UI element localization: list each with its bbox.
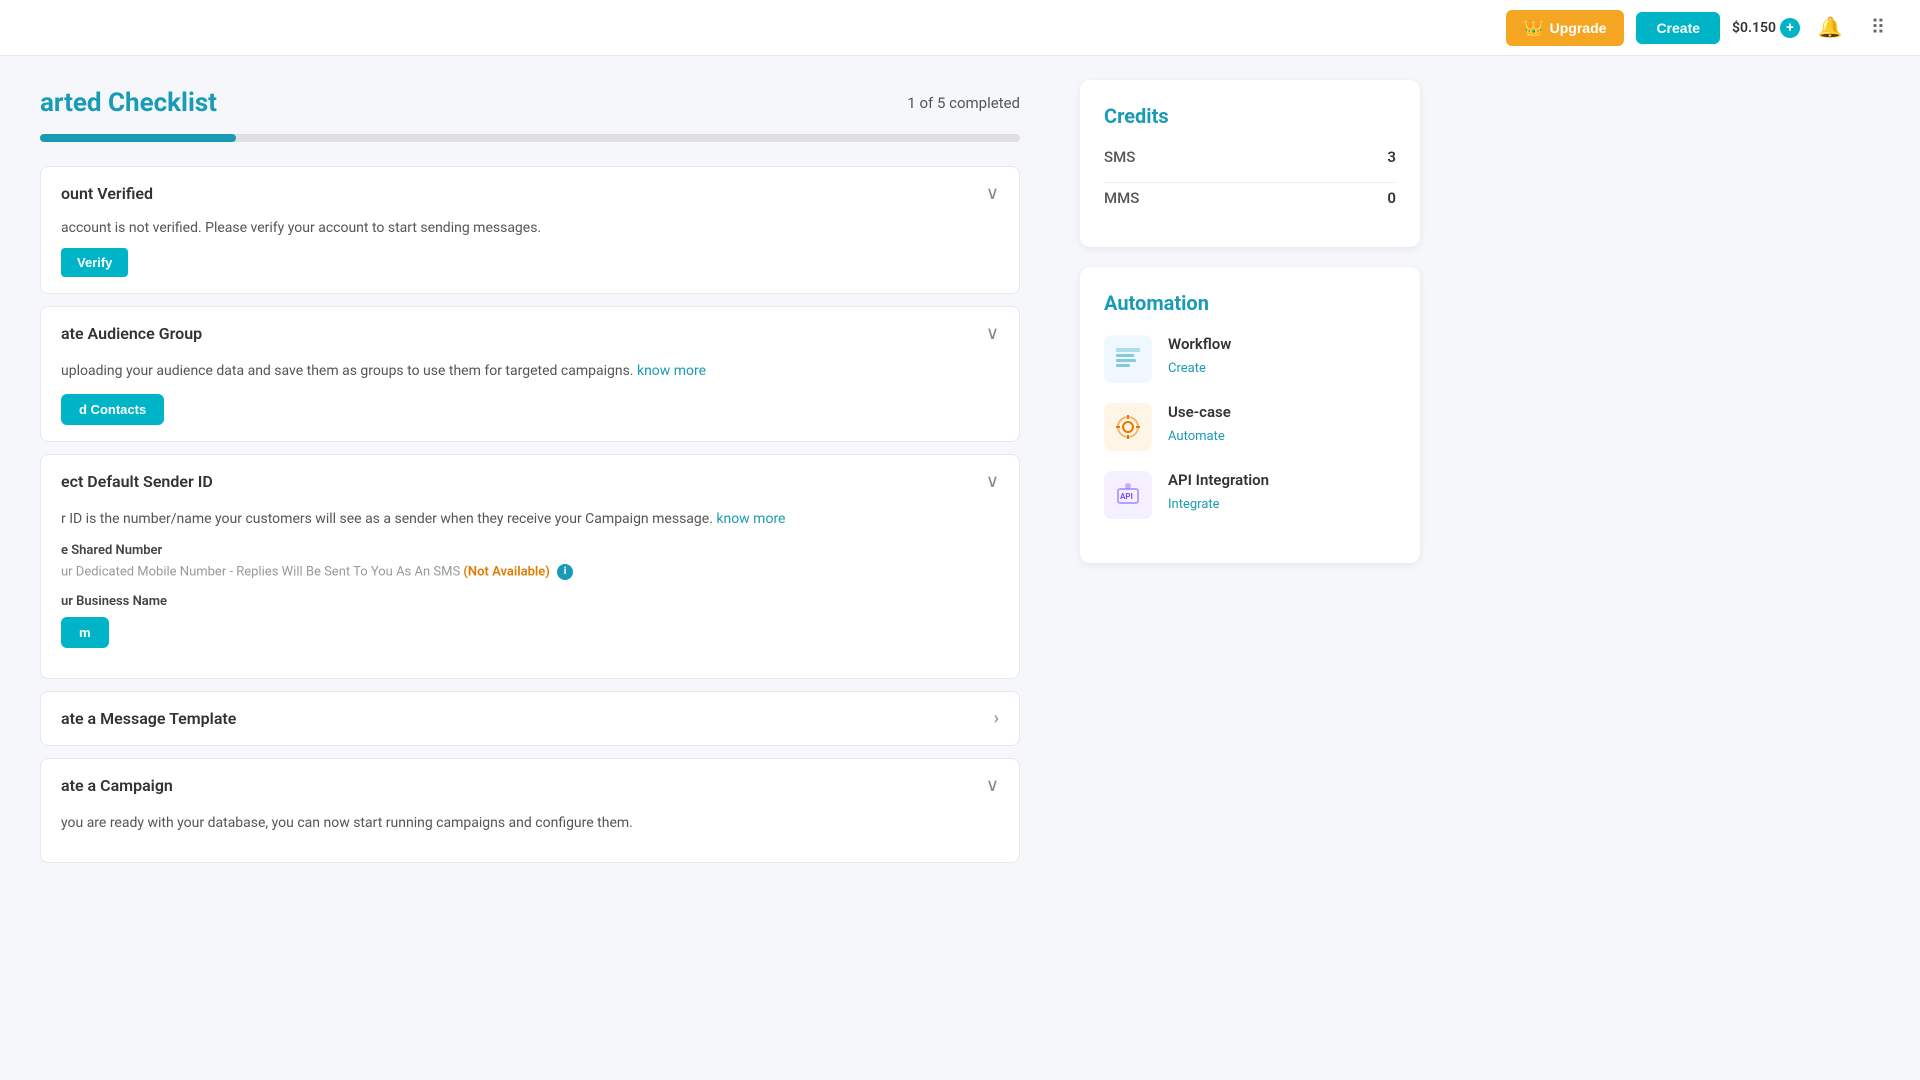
create-campaign-description: you are ready with your database, you ca… — [61, 812, 999, 834]
workflow-name: Workflow — [1168, 335, 1231, 353]
api-icon: API — [1104, 471, 1152, 519]
audience-know-more-link[interactable]: know more — [637, 363, 706, 379]
crown-icon: 👑 — [1524, 18, 1544, 38]
section-header-audience-group[interactable]: ate Audience Group ∨ — [41, 307, 1019, 360]
notification-button[interactable]: 🔔 — [1812, 10, 1848, 46]
automation-card-title: Automation — [1104, 291, 1396, 315]
info-icon[interactable]: i — [557, 564, 573, 580]
section-body-create-campaign: you are ready with your database, you ca… — [41, 812, 1019, 862]
chevron-audience-group: ∨ — [986, 323, 999, 344]
content-area: arted Checklist 1 of 5 completed ount Ve… — [0, 56, 1060, 1080]
section-title-create-campaign: ate a Campaign — [61, 776, 173, 795]
section-message-template: ate a Message Template › — [40, 691, 1020, 746]
business-name-option: ur Business Name m — [61, 594, 999, 648]
sms-credit-row: SMS 3 — [1104, 148, 1396, 166]
workflow-create-link[interactable]: Create — [1168, 361, 1206, 376]
business-name-label: ur Business Name — [61, 594, 999, 609]
automation-workflow-item: Workflow Create — [1104, 335, 1396, 383]
section-create-campaign: ate a Campaign ∨ you are ready with your… — [40, 758, 1020, 863]
sms-label: SMS — [1104, 148, 1135, 166]
add-credit-icon[interactable]: + — [1780, 18, 1800, 38]
sms-value: 3 — [1387, 148, 1396, 166]
create-button[interactable]: Create — [1636, 12, 1720, 44]
dedicated-number-text: ur Dedicated Mobile Number - Replies Wil… — [61, 564, 999, 580]
grid-menu-button[interactable]: ⠿ — [1860, 10, 1896, 46]
automation-usecase-item: Use-case Automate — [1104, 403, 1396, 451]
account-verify-description: account is not verified. Please verify y… — [61, 220, 999, 236]
right-sidebar: Credits SMS 3 MMS 0 Automation — [1060, 56, 1440, 1080]
page-title: arted Checklist — [40, 88, 217, 118]
usecase-info: Use-case Automate — [1168, 403, 1231, 444]
credits-card: Credits SMS 3 MMS 0 — [1080, 80, 1420, 247]
section-header-sender-id[interactable]: ect Default Sender ID ∨ — [41, 455, 1019, 508]
mms-credit-row: MMS 0 — [1104, 189, 1396, 207]
chevron-create-campaign: ∨ — [986, 775, 999, 796]
confirm-business-button[interactable]: m — [61, 617, 109, 648]
usecase-name: Use-case — [1168, 403, 1231, 421]
section-body-account-verified: account is not verified. Please verify y… — [41, 220, 1019, 293]
navbar: 👑 Upgrade Create $0.150 + 🔔 ⠿ — [0, 0, 1920, 56]
credits-card-title: Credits — [1104, 104, 1396, 128]
credit-display[interactable]: $0.150 + — [1732, 18, 1800, 38]
section-body-audience-group: uploading your audience data and save th… — [41, 360, 1019, 441]
section-title-account-verified: ount Verified — [61, 184, 153, 203]
workflow-icon — [1104, 335, 1152, 383]
section-header-account-verified[interactable]: ount Verified ∨ — [41, 167, 1019, 220]
automation-card: Automation Workflow Create — [1080, 267, 1420, 563]
section-account-verified: ount Verified ∨ account is not verified.… — [40, 166, 1020, 294]
audience-group-description: uploading your audience data and save th… — [61, 360, 999, 382]
section-title-sender-id: ect Default Sender ID — [61, 472, 213, 491]
mms-value: 0 — [1387, 189, 1396, 207]
svg-text:API: API — [1120, 492, 1133, 501]
verify-button[interactable]: Verify — [61, 248, 128, 277]
mms-label: MMS — [1104, 189, 1139, 207]
section-body-sender-id: r ID is the number/name your customers w… — [41, 508, 1019, 677]
chevron-message-template: › — [994, 708, 999, 729]
credits-divider — [1104, 182, 1396, 183]
progress-bar-container — [40, 134, 1020, 142]
api-name: API Integration — [1168, 471, 1269, 489]
api-info: API Integration Integrate — [1168, 471, 1269, 512]
progress-bar-fill — [40, 134, 236, 142]
page-header: arted Checklist 1 of 5 completed — [40, 88, 1020, 118]
usecase-icon — [1104, 403, 1152, 451]
automation-api-item: API API Integration Integrate — [1104, 471, 1396, 519]
not-available-badge: (Not Available) — [463, 564, 549, 579]
main-layout: arted Checklist 1 of 5 completed ount Ve… — [0, 56, 1920, 1080]
section-header-create-campaign[interactable]: ate a Campaign ∨ — [41, 759, 1019, 812]
section-title-message-template: ate a Message Template — [61, 709, 236, 728]
usecase-automate-link[interactable]: Automate — [1168, 429, 1225, 444]
sender-know-more-link[interactable]: know more — [716, 511, 785, 527]
section-title-audience-group: ate Audience Group — [61, 324, 202, 343]
section-header-message-template[interactable]: ate a Message Template › — [41, 692, 1019, 745]
workflow-info: Workflow Create — [1168, 335, 1231, 376]
sender-id-description: r ID is the number/name your customers w… — [61, 508, 999, 530]
chevron-sender-id: ∨ — [986, 471, 999, 492]
shared-number-option: e Shared Number ur Dedicated Mobile Numb… — [61, 543, 999, 580]
chevron-account-verified: ∨ — [986, 183, 999, 204]
grid-icon: ⠿ — [1871, 15, 1886, 40]
add-contacts-button[interactable]: d Contacts — [61, 394, 164, 425]
upgrade-button[interactable]: 👑 Upgrade — [1506, 10, 1625, 46]
completion-text: 1 of 5 completed — [907, 94, 1020, 112]
shared-number-label: e Shared Number — [61, 543, 999, 558]
section-sender-id: ect Default Sender ID ∨ r ID is the numb… — [40, 454, 1020, 678]
api-integrate-link[interactable]: Integrate — [1168, 497, 1220, 512]
bell-icon: 🔔 — [1818, 15, 1843, 40]
section-audience-group: ate Audience Group ∨ uploading your audi… — [40, 306, 1020, 442]
credit-amount: $0.150 — [1732, 20, 1776, 36]
